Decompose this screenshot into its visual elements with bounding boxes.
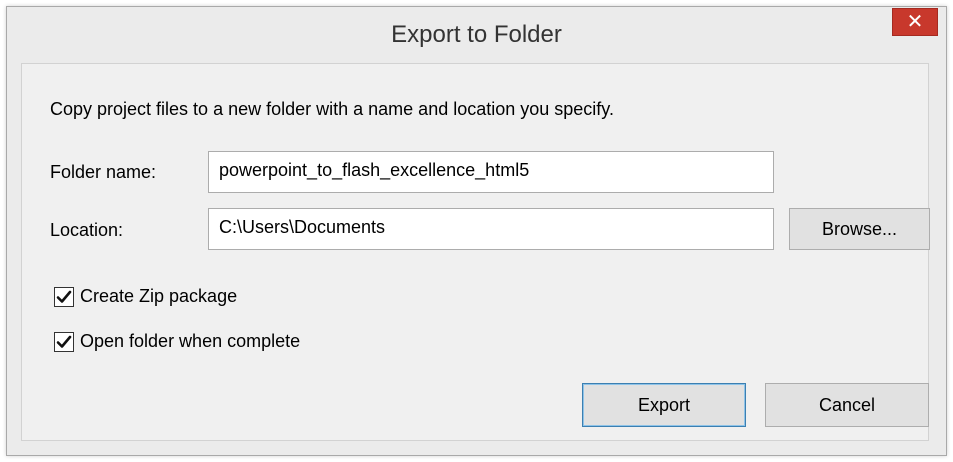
- location-input[interactable]: C:\Users\Documents: [208, 208, 774, 250]
- open-folder-label: Open folder when complete: [80, 331, 301, 351]
- export-dialog: Export to Folder ✕ Copy project files to…: [6, 6, 947, 456]
- dialog-title: Export to Folder: [391, 21, 562, 48]
- folder-name-input[interactable]: powerpoint_to_flash_excellence_html5: [208, 151, 774, 193]
- checkmark-icon: [56, 290, 72, 303]
- dialog-body: Copy project files to a new folder with …: [21, 63, 930, 441]
- title-bar[interactable]: Export to Folder ✕: [7, 7, 946, 63]
- browse-button[interactable]: Browse...: [789, 208, 930, 250]
- close-icon: ✕: [906, 11, 924, 33]
- open-folder-checkbox[interactable]: [54, 332, 74, 352]
- export-button[interactable]: Export: [582, 383, 746, 427]
- folder-name-label: Folder name:: [50, 162, 157, 182]
- dialog-description: Copy project files to a new folder with …: [50, 99, 614, 119]
- location-label: Location:: [50, 220, 124, 240]
- create-zip-checkbox[interactable]: [54, 287, 74, 307]
- create-zip-label: Create Zip package: [80, 286, 238, 306]
- cancel-button[interactable]: Cancel: [765, 383, 929, 427]
- checkmark-icon: [56, 335, 72, 348]
- close-button[interactable]: ✕: [892, 8, 938, 36]
